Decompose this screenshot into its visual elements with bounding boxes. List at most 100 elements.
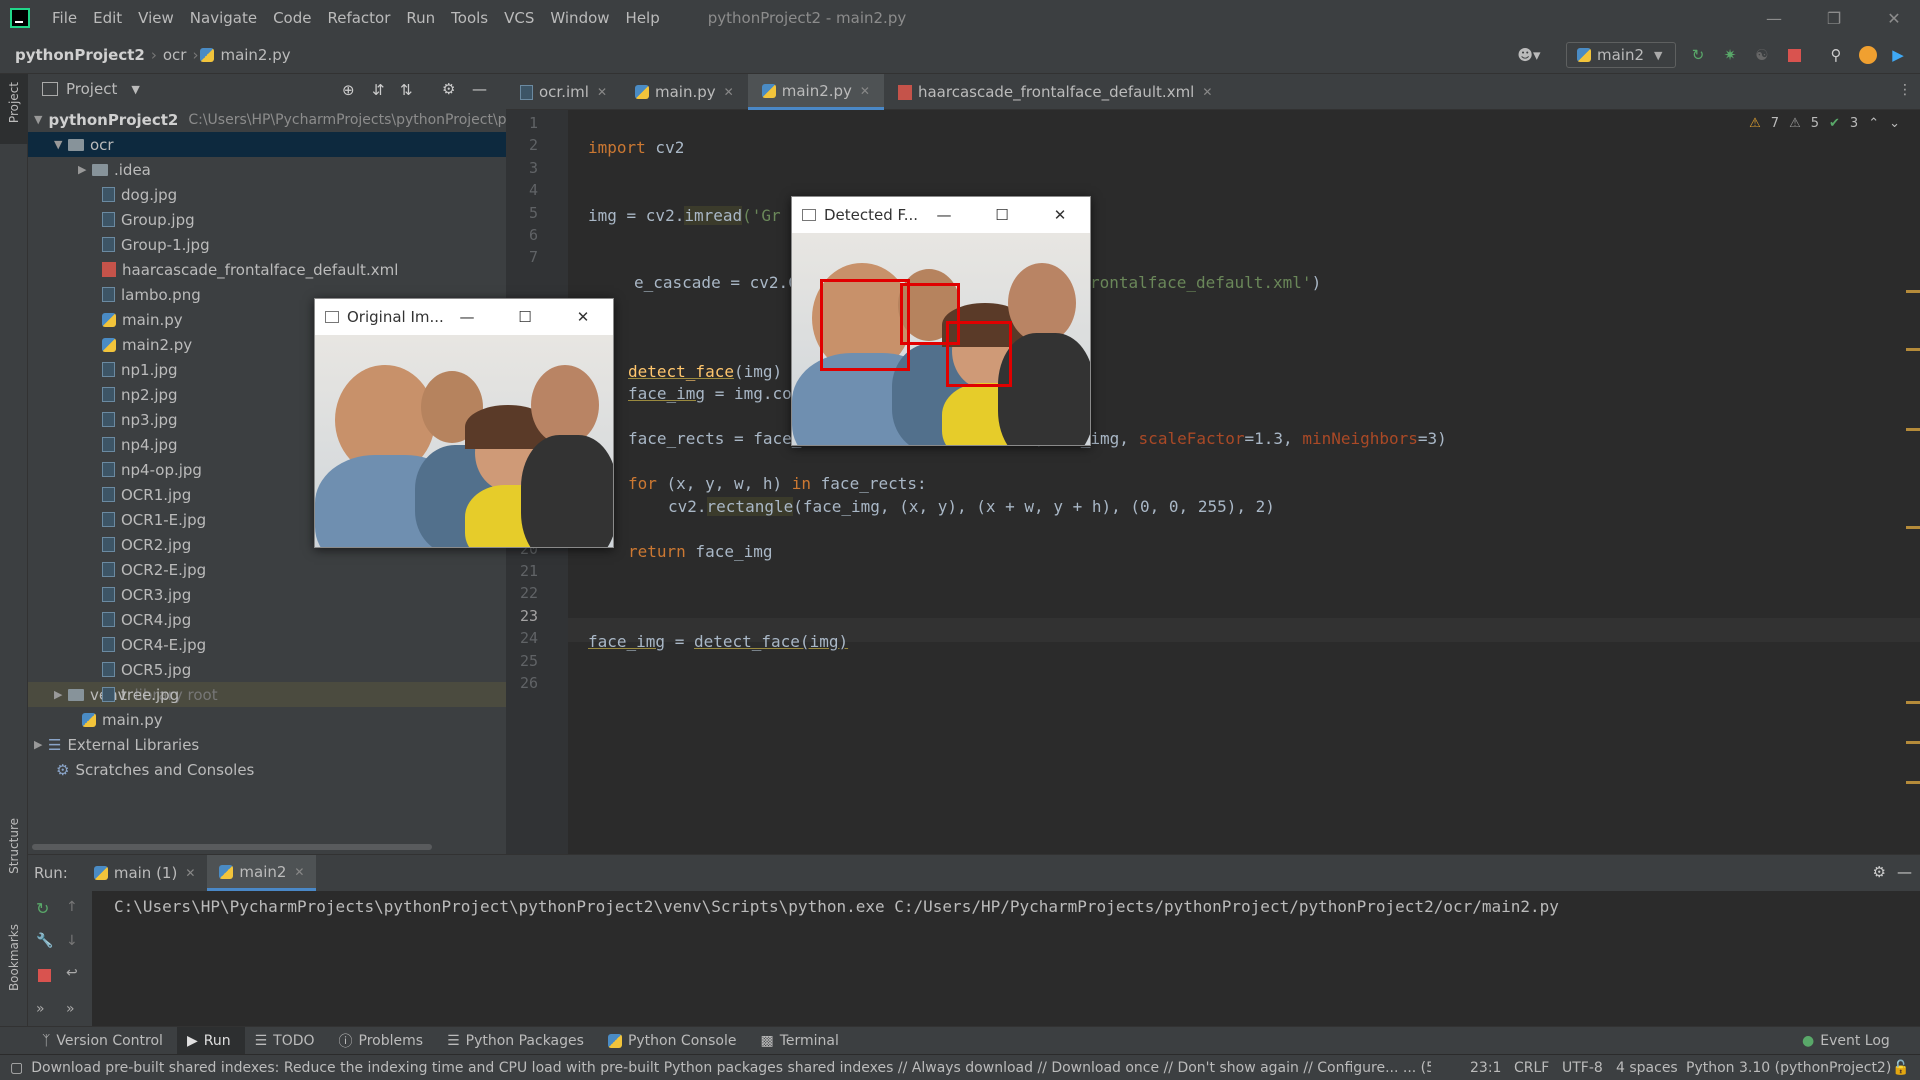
close-tab-icon[interactable]: ✕ bbox=[294, 865, 304, 879]
menu-edit[interactable]: Edit bbox=[85, 0, 130, 36]
structure-tool-tab[interactable]: Structure bbox=[7, 818, 21, 874]
cursor-position[interactable]: 23:1 bbox=[1470, 1060, 1501, 1076]
tab-haarcascade-xml[interactable]: haarcascade_frontalface_default.xml ✕ bbox=[884, 74, 1226, 110]
minimize-icon[interactable]: — bbox=[916, 197, 972, 233]
tree-item-file[interactable]: OCR4.jpg bbox=[28, 607, 506, 632]
code-with-me-icon[interactable]: ▶ bbox=[1888, 45, 1908, 65]
locate-icon[interactable]: ⊕ bbox=[342, 81, 355, 99]
tree-item-file[interactable]: OCR2-E.jpg bbox=[28, 557, 506, 582]
gear-icon[interactable]: ⚙ bbox=[1873, 863, 1886, 881]
chevron-right-icon[interactable]: ▶ bbox=[78, 163, 92, 176]
tree-item-file[interactable]: haarcascade_frontalface_default.xml bbox=[28, 257, 506, 282]
editor-scrollbar-markers[interactable] bbox=[1906, 114, 1920, 854]
tool-run[interactable]: ▶ Run bbox=[176, 1026, 245, 1055]
tool-version-control[interactable]: ᛉ Version Control bbox=[32, 1027, 177, 1055]
tree-item-file[interactable]: Group.jpg bbox=[28, 207, 506, 232]
tab-main2-py[interactable]: main2.py ✕ bbox=[747, 74, 884, 110]
tool-python-packages[interactable]: ☰ Python Packages bbox=[437, 1027, 598, 1055]
rerun-icon[interactable]: ↻ bbox=[36, 899, 49, 918]
tree-item-file[interactable]: dog.jpg bbox=[28, 182, 506, 207]
menu-navigate[interactable]: Navigate bbox=[182, 0, 265, 36]
soft-wrap-icon[interactable]: ↩ bbox=[66, 965, 78, 981]
file-encoding[interactable]: UTF-8 bbox=[1562, 1060, 1603, 1076]
close-tab-icon[interactable]: ✕ bbox=[1202, 85, 1212, 99]
hide-panel-icon[interactable]: — bbox=[1897, 863, 1912, 881]
close-tab-icon[interactable]: ✕ bbox=[185, 866, 195, 880]
project-tool-tab[interactable]: Project bbox=[7, 82, 21, 123]
menu-tools[interactable]: Tools bbox=[443, 0, 496, 36]
close-tab-icon[interactable]: ✕ bbox=[597, 85, 607, 99]
menu-code[interactable]: Code bbox=[265, 0, 319, 36]
menu-file[interactable]: File bbox=[44, 0, 85, 36]
lock-icon[interactable]: 🔓 bbox=[1892, 1060, 1909, 1076]
expand-all-icon[interactable]: ⇵ bbox=[372, 81, 385, 99]
chevron-down-icon[interactable]: ▼ bbox=[54, 138, 68, 151]
breadcrumb-project[interactable]: pythonProject2 bbox=[0, 46, 149, 64]
stop-icon[interactable] bbox=[1784, 45, 1804, 65]
update-icon[interactable] bbox=[1858, 45, 1878, 65]
chevron-up-icon[interactable]: ⌃ bbox=[1868, 116, 1879, 131]
search-icon[interactable]: ⚲ bbox=[1826, 45, 1846, 65]
more-icon[interactable]: » bbox=[66, 1001, 75, 1017]
tree-item-root-main[interactable]: main.py bbox=[28, 707, 506, 732]
tree-item-file[interactable]: OCR4-E.jpg bbox=[28, 632, 506, 657]
close-tab-icon[interactable]: ✕ bbox=[724, 85, 734, 99]
menu-window[interactable]: Window bbox=[542, 0, 617, 36]
more-tabs-icon[interactable]: ⋮ bbox=[1898, 82, 1912, 98]
chevron-down-icon[interactable]: ▼ bbox=[34, 113, 42, 126]
tree-item-file[interactable]: OCR3.jpg bbox=[28, 582, 506, 607]
restore-icon[interactable]: ❐ bbox=[1804, 0, 1864, 36]
close-tab-icon[interactable]: ✕ bbox=[860, 84, 870, 98]
menu-help[interactable]: Help bbox=[618, 0, 668, 36]
status-message[interactable]: Download pre-built shared indexes: Reduc… bbox=[31, 1060, 1431, 1076]
user-icon[interactable]: ☻▾ bbox=[1512, 45, 1546, 65]
chevron-down-icon[interactable]: ▼ bbox=[131, 83, 139, 96]
debug-icon[interactable]: ✷ bbox=[1720, 45, 1740, 65]
tree-item-file[interactable]: tree.jpg bbox=[28, 682, 506, 707]
inspection-widget[interactable]: ⚠ 7 ⚠ 5 ✔ 3 ⌃ ⌄ bbox=[1749, 116, 1900, 131]
close-icon[interactable]: ✕ bbox=[1032, 197, 1088, 233]
close-icon[interactable]: ✕ bbox=[555, 299, 611, 335]
gear-icon[interactable]: ⚙ bbox=[442, 80, 455, 98]
tab-main-py[interactable]: main.py ✕ bbox=[621, 74, 748, 110]
arrow-up-icon[interactable]: ↑ bbox=[66, 899, 78, 915]
indent-setting[interactable]: 4 spaces bbox=[1616, 1060, 1678, 1076]
breadcrumb-file[interactable]: main2.py bbox=[220, 46, 294, 64]
bookmarks-tool-tab[interactable]: Bookmarks bbox=[7, 924, 21, 991]
detected-faces-window[interactable]: Detected F... — ☐ ✕ bbox=[791, 196, 1091, 446]
more-icon[interactable]: » bbox=[36, 1001, 45, 1017]
menu-refactor[interactable]: Refactor bbox=[319, 0, 398, 36]
close-icon[interactable]: ✕ bbox=[1864, 0, 1920, 36]
original-image-window[interactable]: Original Im... — ☐ ✕ bbox=[314, 298, 614, 548]
tree-item-file[interactable]: Group-1.jpg bbox=[28, 232, 506, 257]
breadcrumb-folder[interactable]: ocr bbox=[159, 46, 191, 64]
menu-view[interactable]: View bbox=[130, 0, 182, 36]
minimize-icon[interactable]: — bbox=[1744, 0, 1804, 36]
run-tab-main2[interactable]: main2 ✕ bbox=[207, 855, 317, 891]
menu-run[interactable]: Run bbox=[398, 0, 443, 36]
menu-vcs[interactable]: VCS bbox=[496, 0, 542, 36]
tree-item-scratches[interactable]: ⚙ Scratches and Consoles bbox=[28, 757, 506, 782]
project-panel-title[interactable]: Project bbox=[66, 80, 117, 98]
console-output[interactable]: C:\Users\HP\PycharmProjects\pythonProjec… bbox=[114, 897, 1559, 916]
tool-problems[interactable]: ⓘ Problems bbox=[329, 1027, 438, 1055]
wrench-icon[interactable]: 🔧 bbox=[36, 933, 53, 949]
maximize-icon[interactable]: ☐ bbox=[497, 299, 553, 335]
line-separator[interactable]: CRLF bbox=[1514, 1060, 1549, 1076]
python-interpreter[interactable]: Python 3.10 (pythonProject2) bbox=[1686, 1060, 1891, 1076]
chevron-right-icon[interactable]: ▶ bbox=[34, 738, 48, 751]
collapse-all-icon[interactable]: ⇅ bbox=[400, 81, 413, 99]
tree-item-ocr[interactable]: ▼ ocr bbox=[28, 132, 506, 157]
arrow-down-icon[interactable]: ↓ bbox=[66, 933, 78, 949]
run-tab-main1[interactable]: main (1) ✕ bbox=[82, 855, 208, 891]
tree-item-idea[interactable]: ▶ .idea bbox=[28, 157, 506, 182]
coverage-icon[interactable]: ☯ bbox=[1752, 45, 1772, 65]
horizontal-scrollbar[interactable] bbox=[32, 844, 432, 850]
tab-ocr-iml[interactable]: ocr.iml ✕ bbox=[506, 74, 621, 110]
tool-terminal[interactable]: ▩ Terminal bbox=[751, 1027, 853, 1055]
tool-todo[interactable]: ☰ TODO bbox=[245, 1027, 329, 1055]
tree-item-root[interactable]: ▼ pythonProject2 C:\Users\HP\PycharmProj… bbox=[28, 107, 515, 132]
status-toggle-icon[interactable]: ▢ bbox=[10, 1060, 23, 1076]
hide-panel-icon[interactable]: — bbox=[472, 80, 487, 98]
tree-item-external-libraries[interactable]: ▶ ☰ External Libraries bbox=[28, 732, 506, 757]
